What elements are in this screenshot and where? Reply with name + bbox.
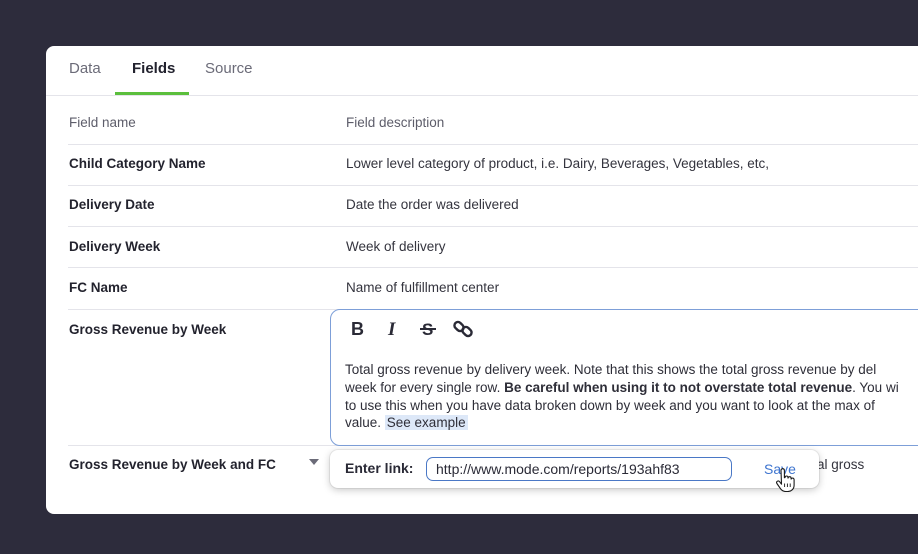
editor-content[interactable]: Total gross revenue by delivery week. No… — [345, 361, 918, 432]
editor-line: week for every single row. Be careful wh… — [345, 379, 918, 397]
chevron-down-icon[interactable] — [309, 459, 319, 465]
column-header-name: Field name — [69, 115, 136, 130]
active-tab-indicator — [115, 92, 189, 95]
link-icon[interactable] — [452, 318, 474, 340]
hand-pointer-cursor-icon — [776, 468, 795, 492]
field-name: Child Category Name — [69, 156, 206, 171]
svg-text:B: B — [351, 320, 364, 338]
tab-data[interactable]: Data — [69, 60, 101, 94]
table-row[interactable]: Child Category Name Lower level category… — [68, 145, 918, 186]
field-description[interactable]: Date the order was delivered — [346, 197, 519, 212]
field-name: Delivery Date — [69, 197, 155, 212]
field-name: Gross Revenue by Week and FC — [69, 457, 276, 472]
italic-icon[interactable]: I — [383, 318, 405, 340]
editor-text-segment: . You wi — [852, 379, 899, 395]
table-row[interactable]: FC Name Name of fulfillment center — [68, 268, 918, 310]
field-name: Delivery Week — [69, 239, 161, 254]
editor-text-segment: value. — [345, 415, 385, 431]
description-editor[interactable]: B I S Total gross revenue by delivery we… — [330, 309, 918, 446]
field-description[interactable]: Name of fulfillment center — [346, 280, 499, 295]
field-description[interactable]: al gross — [817, 457, 864, 472]
editor-bold-text: Be careful when using it to not overstat… — [504, 379, 853, 395]
editor-line: value. See example — [345, 414, 918, 432]
editor-text-segment: week for every single row. — [345, 379, 505, 395]
tab-source[interactable]: Source — [205, 60, 253, 94]
field-name: Gross Revenue by Week — [69, 322, 227, 337]
column-header-description: Field description — [346, 115, 445, 130]
selected-link-text[interactable]: See example — [384, 415, 468, 431]
table-header: Field name Field description — [68, 96, 918, 145]
tab-fields[interactable]: Fields — [132, 60, 175, 94]
strikethrough-icon[interactable]: S — [417, 318, 439, 340]
link-url-input[interactable] — [426, 457, 732, 481]
editor-line: to use this when you have data broken do… — [345, 397, 875, 413]
field-description[interactable]: Week of delivery — [346, 239, 446, 254]
field-name: FC Name — [69, 280, 128, 295]
field-panel: Data Fields Source Field name Field desc… — [46, 46, 918, 514]
table-row[interactable]: Delivery Date Date the order was deliver… — [68, 186, 918, 227]
table-row[interactable]: Delivery Week Week of delivery — [68, 227, 918, 268]
link-label: Enter link: — [345, 460, 414, 476]
field-description[interactable]: Lower level category of product, i.e. Da… — [346, 156, 769, 171]
link-popup: Enter link: Save — [330, 450, 819, 488]
editor-line: Total gross revenue by delivery week. No… — [345, 362, 877, 377]
svg-text:I: I — [387, 320, 396, 338]
bold-icon[interactable]: B — [347, 318, 369, 340]
tab-bar: Data Fields Source — [46, 46, 918, 96]
